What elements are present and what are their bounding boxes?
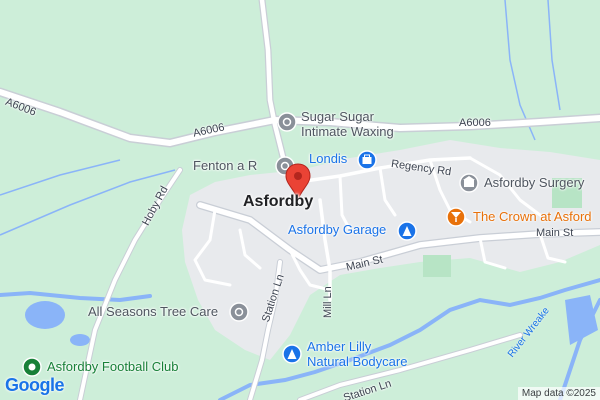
shopping-icon <box>282 344 302 364</box>
poi-tree-care[interactable]: All Seasons Tree Care <box>88 304 218 320</box>
bar-icon <box>446 207 466 227</box>
poi-crown[interactable]: The Crown at Asford <box>473 209 592 225</box>
poi-sugar-sugar-line2: Intimate Waxing <box>301 123 394 139</box>
place-gray-icon <box>277 112 297 132</box>
map-view[interactable]: A6006 A6006 A6006 Hoby Rd Regency Rd Mai… <box>0 0 600 400</box>
park-icon <box>22 357 42 377</box>
medical-icon <box>459 173 479 193</box>
road-label-main-st-east: Main St <box>536 227 574 239</box>
road-label-a6006-east: A6006 <box>459 117 491 129</box>
google-logo-text: Google <box>5 375 65 395</box>
poi-garage[interactable]: Asfordby Garage <box>288 222 386 238</box>
stream-1 <box>0 290 152 303</box>
poi-sugar-sugar[interactable]: Sugar Sugar Intimate Waxing <box>301 109 394 140</box>
north-road <box>259 0 301 183</box>
a6006-casing <box>0 87 600 148</box>
lake-2 <box>70 334 90 346</box>
poi-football[interactable]: Asfordby Football Club <box>47 359 179 375</box>
poi-amber-lilly-line1: Amber Lilly <box>307 339 372 354</box>
poi-sugar-sugar-line1: Sugar Sugar <box>301 109 374 124</box>
road-label-mill-ln: Mill Ln <box>322 286 334 318</box>
poi-amber-lilly[interactable]: Amber Lilly Natural Bodycare <box>307 339 408 370</box>
field-edge-2 <box>0 159 121 196</box>
poi-londis[interactable]: Londis <box>309 151 347 167</box>
brook-2 <box>547 0 561 111</box>
poi-amber-lilly-line2: Natural Bodycare <box>307 353 408 369</box>
shopping-icon <box>397 221 417 241</box>
lake-3 <box>565 295 598 345</box>
map-attribution[interactable]: Map data ©2025 <box>517 387 600 400</box>
google-logo[interactable]: Google <box>5 375 65 396</box>
town-label[interactable]: Asfordby <box>243 193 313 211</box>
poi-fenton[interactable]: Fenton a R <box>193 158 257 174</box>
place-gray-icon <box>229 302 249 322</box>
shopping-icon <box>357 150 377 170</box>
green-patch-1 <box>423 255 451 277</box>
poi-surgery[interactable]: Asfordby Surgery <box>484 175 584 191</box>
lake-1 <box>25 301 65 329</box>
